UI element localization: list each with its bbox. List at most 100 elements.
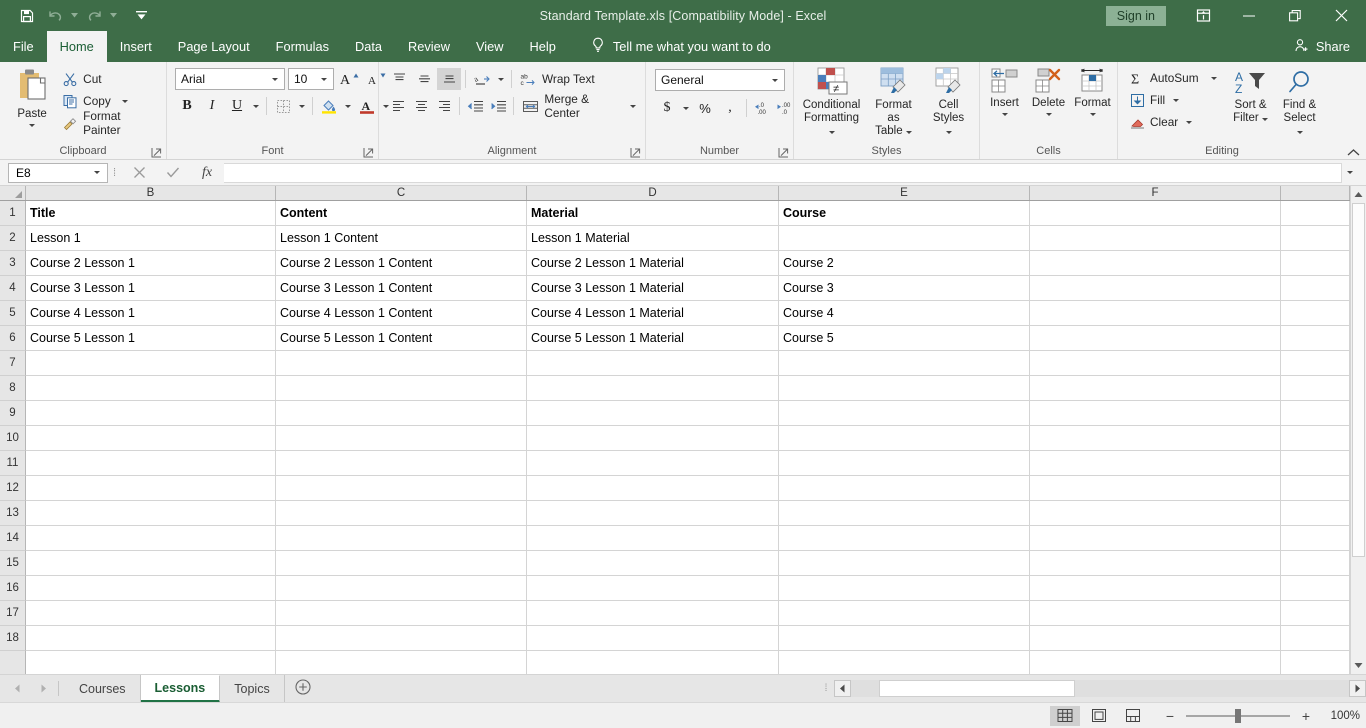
grid-cell[interactable] xyxy=(1030,251,1281,276)
grid-cell[interactable] xyxy=(527,501,779,526)
grid-cell[interactable]: Course 5 Lesson 1 Content xyxy=(276,326,527,351)
grid-cell[interactable] xyxy=(276,601,527,626)
grid-cell[interactable] xyxy=(1281,601,1350,626)
column-header-e[interactable]: E xyxy=(779,186,1030,200)
tab-page-layout[interactable]: Page Layout xyxy=(165,31,263,62)
grid-cell[interactable] xyxy=(779,601,1030,626)
autosum-button[interactable]: Σ AutoSum xyxy=(1126,67,1221,89)
grid-cell[interactable] xyxy=(1281,626,1350,651)
clear-button[interactable]: Clear xyxy=(1126,111,1221,133)
previous-sheet-button[interactable] xyxy=(8,678,26,700)
grid-cell[interactable] xyxy=(26,426,276,451)
vertical-scroll-thumb[interactable] xyxy=(1352,203,1365,558)
grid-cell[interactable] xyxy=(1281,501,1350,526)
percent-style-button[interactable]: % xyxy=(693,97,717,119)
number-format-select[interactable]: General xyxy=(655,69,785,91)
row-header[interactable]: 4 xyxy=(0,276,26,301)
row-header[interactable]: 17 xyxy=(0,601,26,626)
decrease-indent-button[interactable] xyxy=(464,95,486,117)
grid-cell[interactable] xyxy=(26,451,276,476)
font-family-chevron-down-icon[interactable] xyxy=(268,77,282,81)
grid-cell[interactable] xyxy=(26,376,276,401)
tab-data[interactable]: Data xyxy=(342,31,395,62)
tab-help[interactable]: Help xyxy=(517,31,569,62)
grid-cell[interactable] xyxy=(1030,301,1281,326)
undo-icon[interactable] xyxy=(42,4,68,28)
grid-cell[interactable] xyxy=(527,626,779,651)
tab-view[interactable]: View xyxy=(463,31,517,62)
borders-dropdown-icon[interactable] xyxy=(295,95,308,117)
align-center-button[interactable] xyxy=(410,95,432,117)
grid-cell[interactable]: Course 3 Lesson 1 Material xyxy=(527,276,779,301)
find-select-button[interactable]: Find & Select xyxy=(1275,67,1325,140)
paste-button[interactable]: Paste xyxy=(5,66,59,129)
normal-view-button[interactable] xyxy=(1050,705,1080,726)
grid-cell[interactable]: Lesson 1 xyxy=(26,226,276,251)
sheet-tab-topics[interactable]: Topics xyxy=(220,675,285,702)
column-header-b[interactable]: B xyxy=(26,186,276,200)
format-painter-button[interactable]: Format Painter xyxy=(59,109,161,137)
grid-cell[interactable] xyxy=(1281,451,1350,476)
align-bottom-button[interactable] xyxy=(437,68,461,90)
grid-cell[interactable] xyxy=(276,576,527,601)
row-header[interactable]: 10 xyxy=(0,426,26,451)
grid-cell[interactable] xyxy=(1030,551,1281,576)
page-layout-view-button[interactable] xyxy=(1084,706,1114,726)
collapse-ribbon-button[interactable] xyxy=(1347,146,1360,157)
grid-cell[interactable] xyxy=(779,351,1030,376)
grid-cell[interactable] xyxy=(1030,426,1281,451)
grid-cell[interactable] xyxy=(276,626,527,651)
sort-filter-dropdown-icon[interactable] xyxy=(1261,118,1268,121)
ribbon-options-icon[interactable] xyxy=(1180,0,1226,31)
orientation-split-button[interactable]: a xyxy=(470,68,507,90)
scroll-down-button[interactable] xyxy=(1351,657,1366,674)
grid-cell[interactable]: Course 3 Lesson 1 xyxy=(26,276,276,301)
tab-home[interactable]: Home xyxy=(46,31,107,62)
cell-styles-dropdown-icon[interactable] xyxy=(945,131,952,134)
grid-cell[interactable] xyxy=(779,401,1030,426)
grid-cell[interactable] xyxy=(1030,201,1281,226)
column-header-d[interactable]: D xyxy=(527,186,779,200)
underline-split-button[interactable]: U xyxy=(225,95,262,117)
find-select-dropdown-icon[interactable] xyxy=(1296,131,1303,134)
grid-cell[interactable] xyxy=(1030,476,1281,501)
horizontal-scroll-grip[interactable]: ⁞ xyxy=(818,683,834,694)
grid-cell[interactable] xyxy=(1281,426,1350,451)
sign-in-button[interactable]: Sign in xyxy=(1105,5,1166,26)
number-dialog-launcher[interactable] xyxy=(778,147,789,158)
grid-cell[interactable] xyxy=(1030,651,1281,674)
grid-cell[interactable] xyxy=(779,501,1030,526)
zoom-slider-thumb[interactable] xyxy=(1235,708,1241,723)
grid-cell[interactable]: Content xyxy=(276,201,527,226)
scroll-right-button[interactable] xyxy=(1349,680,1366,697)
zoom-slider-track[interactable] xyxy=(1186,708,1290,723)
insert-function-icon[interactable]: fx xyxy=(190,163,224,183)
grid-cell[interactable]: Course 5 Lesson 1 xyxy=(26,326,276,351)
grid-cell[interactable] xyxy=(26,526,276,551)
row-header[interactable]: 3 xyxy=(0,251,26,276)
grid-cell[interactable] xyxy=(1030,276,1281,301)
grid-cell[interactable]: Course 5 xyxy=(779,326,1030,351)
grid-cell[interactable] xyxy=(1030,226,1281,251)
column-header-f[interactable]: F xyxy=(1030,186,1281,200)
grid-cell[interactable] xyxy=(1281,301,1350,326)
grid-cell[interactable]: Course 4 Lesson 1 Material xyxy=(527,301,779,326)
column-header-c[interactable]: C xyxy=(276,186,527,200)
grid-cell[interactable] xyxy=(276,476,527,501)
align-right-button[interactable] xyxy=(433,95,455,117)
add-sheet-button[interactable] xyxy=(285,675,321,702)
grid-cell[interactable] xyxy=(26,351,276,376)
font-color-button[interactable]: A xyxy=(355,95,379,117)
underline-dropdown-icon[interactable] xyxy=(249,95,262,117)
undo-dropdown-icon[interactable] xyxy=(70,4,79,28)
grid-cell[interactable] xyxy=(1030,326,1281,351)
name-box-chevron-down-icon[interactable] xyxy=(89,171,105,174)
conditional-formatting-dropdown-icon[interactable] xyxy=(828,131,835,134)
tab-review[interactable]: Review xyxy=(395,31,463,62)
minimize-icon[interactable] xyxy=(1226,0,1272,31)
tell-me-search[interactable]: Tell me what you want to do xyxy=(591,31,771,62)
grid-cell[interactable] xyxy=(779,551,1030,576)
horizontal-scroll-thumb[interactable] xyxy=(879,680,1075,697)
fill-color-button[interactable] xyxy=(317,95,341,117)
row-header[interactable]: 8 xyxy=(0,376,26,401)
